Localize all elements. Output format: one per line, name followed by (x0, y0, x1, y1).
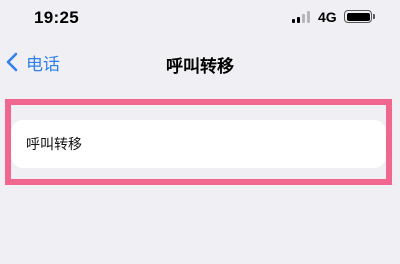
list-item-label: 呼叫转移 (26, 137, 82, 153)
status-bar: 19:25 4G (0, 0, 400, 36)
network-type: 4G (318, 9, 337, 25)
status-time: 19:25 (34, 8, 79, 27)
battery-icon (344, 10, 375, 23)
page-title: 呼叫转移 (166, 57, 234, 77)
signal-bar (302, 14, 305, 23)
list-item-call-forwarding[interactable]: 呼叫转移 (11, 120, 386, 168)
signal-bar (307, 11, 310, 23)
battery-fill (346, 12, 370, 21)
navigation-bar: 电话 呼叫转移 (0, 40, 400, 84)
cellular-signal-icon (292, 11, 312, 23)
signal-bar (297, 17, 300, 23)
signal-bar (292, 19, 295, 23)
